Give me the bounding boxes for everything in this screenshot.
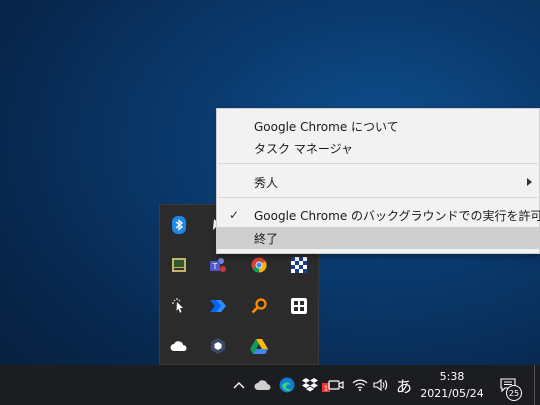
notification-count-badge: 25 bbox=[506, 385, 522, 401]
ime-mode-indicator[interactable]: あ bbox=[396, 373, 412, 397]
teams-icon[interactable]: T bbox=[207, 254, 229, 276]
clock-time: 5:38 bbox=[439, 370, 465, 383]
clock-date: 2021/05/24 bbox=[420, 387, 484, 400]
taskbar: 1 あ 5:38 2021/05/24 25 bbox=[0, 365, 540, 405]
taskbar-clock[interactable]: 5:38 2021/05/24 bbox=[418, 368, 486, 402]
menu-item-label: タスク マネージャ bbox=[254, 141, 353, 156]
menu-item-background-run[interactable]: ✓ Google Chrome のバックグラウンドでの実行を許可する bbox=[217, 204, 540, 226]
chrome-context-menu: Google Chrome について タスク マネージャ 秀人 ✓ Google… bbox=[216, 108, 540, 254]
menu-divider bbox=[218, 163, 538, 164]
menu-item-profile[interactable]: 秀人 bbox=[217, 171, 539, 193]
checkmark-icon: ✓ bbox=[229, 208, 240, 222]
grid-app-icon[interactable] bbox=[288, 295, 310, 317]
onedrive-icon[interactable] bbox=[168, 335, 190, 357]
show-hidden-icons-chevron-icon[interactable] bbox=[231, 365, 247, 405]
edge-icon[interactable] bbox=[277, 365, 297, 405]
box-app-icon[interactable] bbox=[207, 335, 229, 357]
svg-text:T: T bbox=[213, 262, 218, 271]
chrome-icon[interactable] bbox=[248, 254, 270, 276]
submenu-arrow-icon bbox=[527, 178, 532, 186]
menu-item-label: Google Chrome について bbox=[254, 119, 399, 134]
pattern-app-icon[interactable] bbox=[288, 254, 310, 276]
menu-item-about-chrome[interactable]: Google Chrome について bbox=[217, 115, 539, 137]
show-desktop-button[interactable] bbox=[534, 365, 540, 405]
click-cursor-icon[interactable] bbox=[168, 295, 190, 317]
google-drive-icon[interactable] bbox=[248, 335, 270, 357]
wifi-icon[interactable] bbox=[351, 365, 369, 405]
menu-item-label: 秀人 bbox=[254, 175, 279, 190]
volume-icon[interactable] bbox=[372, 365, 390, 405]
bluetooth-icon[interactable] bbox=[168, 214, 190, 236]
meet-camera-icon[interactable] bbox=[326, 365, 346, 405]
menu-item-label: Google Chrome のバックグラウンドでの実行を許可する bbox=[254, 208, 540, 223]
dropbox-icon[interactable] bbox=[301, 365, 319, 405]
menu-item-label: 終了 bbox=[254, 231, 279, 246]
menu-item-exit[interactable]: 終了 bbox=[217, 227, 539, 249]
power-automate-icon[interactable] bbox=[207, 295, 229, 317]
search-magnifier-icon[interactable] bbox=[248, 295, 270, 317]
menu-divider bbox=[218, 197, 538, 198]
menu-item-task-manager[interactable]: タスク マネージャ bbox=[217, 137, 539, 159]
onedrive-tray-icon[interactable] bbox=[253, 365, 273, 405]
display-app-icon[interactable] bbox=[168, 254, 190, 276]
